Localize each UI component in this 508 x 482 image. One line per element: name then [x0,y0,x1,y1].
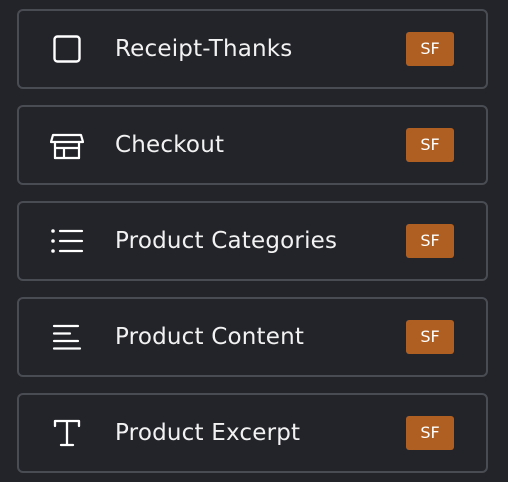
widget-label: Product Excerpt [115,420,301,446]
widget-item-checkout[interactable]: Checkout SF [17,105,488,185]
status-badge: SF [406,224,454,258]
widget-item-product-excerpt[interactable]: Product Excerpt SF [17,393,488,473]
widget-label: Product Categories [115,228,338,254]
widget-list: Receipt-Thanks SF Checkout SF Product Ca… [17,9,488,473]
status-badge: SF [406,320,454,354]
widget-label: Product Content [115,324,305,350]
widget-item-receipt-thanks[interactable]: Receipt-Thanks SF [17,9,488,89]
text-align-left-icon [49,319,85,355]
widget-label: Checkout [115,132,225,158]
store-icon [49,127,85,163]
square-icon [49,31,85,67]
widget-label: Receipt-Thanks [115,36,293,62]
status-badge: SF [406,32,454,66]
status-badge: SF [406,416,454,450]
status-badge: SF [406,128,454,162]
text-t-icon [49,415,85,451]
widget-item-product-categories[interactable]: Product Categories SF [17,201,488,281]
list-icon [49,223,85,259]
widget-item-product-content[interactable]: Product Content SF [17,297,488,377]
